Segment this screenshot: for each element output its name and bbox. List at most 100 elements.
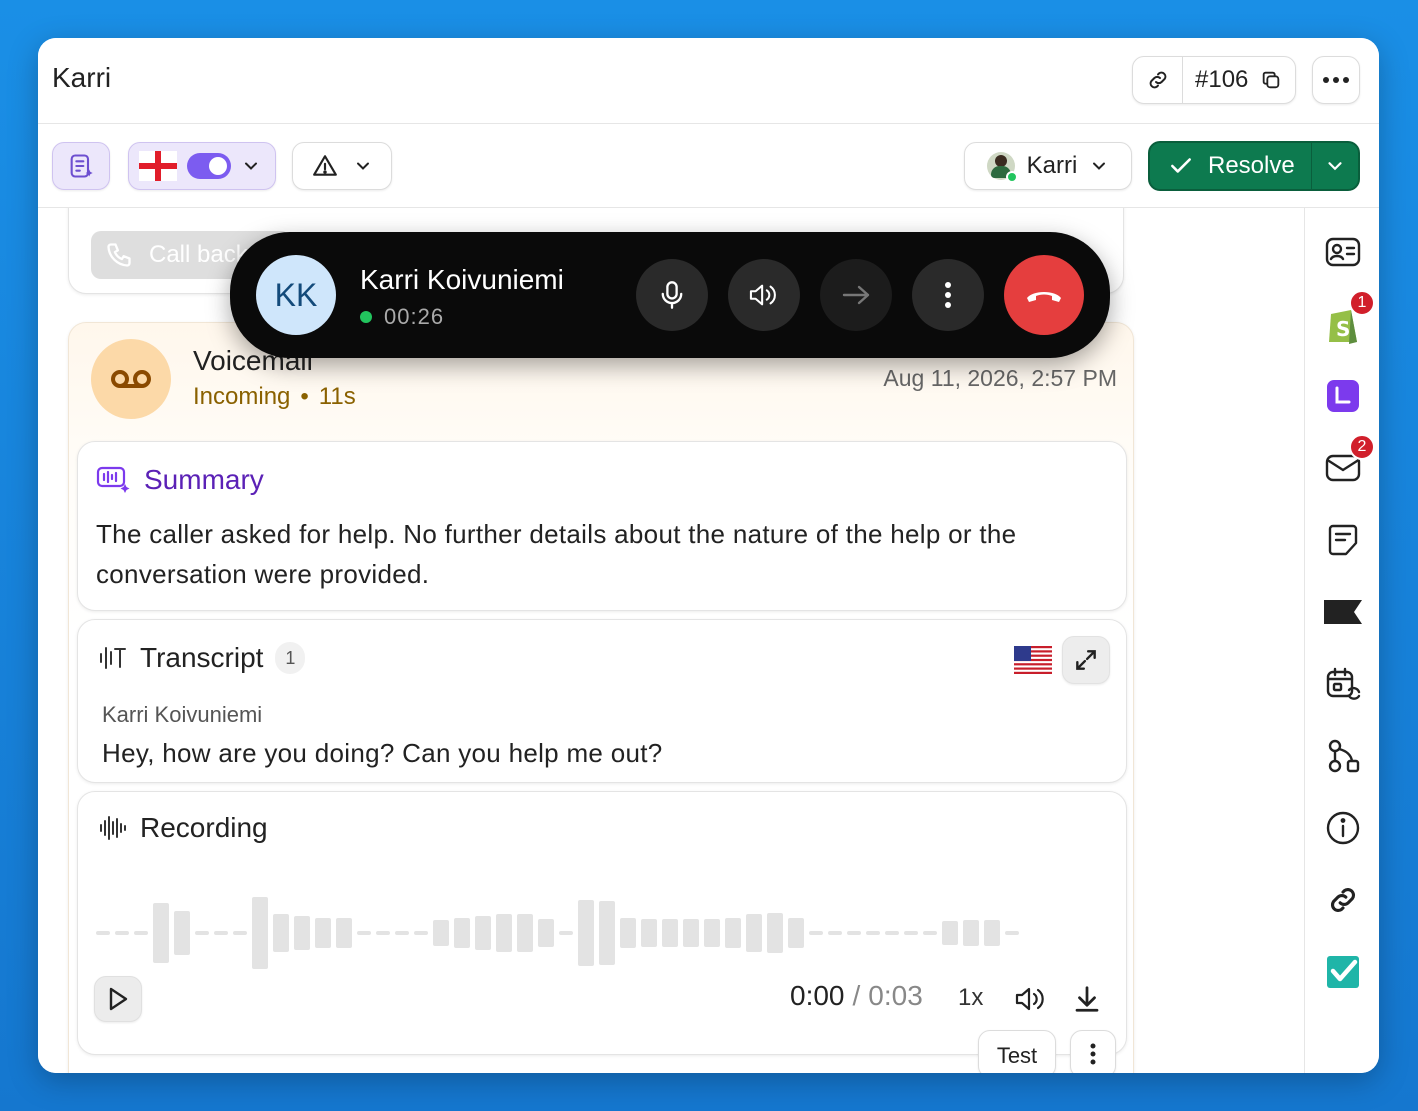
waveform-bar [433,920,449,946]
total-time: 0:03 [868,980,923,1011]
waveform-bar [885,931,899,935]
waveform-bar [134,931,148,935]
waveform-bar [517,914,533,952]
transcript-card: Transcript 1 Karri Koivuniemi Hey, how a… [77,619,1127,783]
transcript-icon [100,647,126,669]
call-more-button[interactable] [912,259,984,331]
test-button[interactable]: Test [978,1030,1056,1073]
waveform-bar [475,916,491,950]
play-button[interactable] [94,976,142,1022]
assignee-dropdown[interactable]: Karri [964,142,1132,190]
email-button[interactable]: 2 [1323,434,1375,488]
playback-time: 0:00 / 0:03 [790,980,923,1012]
contact-card-icon [1325,237,1361,267]
waveform-bar [538,919,554,947]
toolbar: Karri Resolve [38,124,1379,208]
summary-card: Summary The caller asked for help. No fu… [77,441,1127,611]
contact-card-button[interactable] [1323,232,1363,272]
transcript-header: Transcript 1 [98,642,306,674]
toggle-switch[interactable] [187,153,231,179]
transcript-line: Hey, how are you doing? Can you help me … [102,738,663,768]
play-icon [109,987,128,1011]
transcript-title: Transcript [140,642,264,673]
transcript-count-badge: 1 [275,642,306,674]
title-bar: Karri #106 [38,38,1379,124]
avatar [986,152,1018,183]
chevron-down-icon [357,162,369,170]
calendar-sync-button[interactable] [1323,664,1363,704]
volume-icon[interactable] [1014,984,1048,1014]
call-active-dot [360,311,372,323]
end-call-button[interactable] [1004,255,1084,335]
ticket-id-group: #106 [1132,56,1296,104]
recording-card: Recording 0:00 / 0:03 1x [77,791,1127,1055]
transfer-button[interactable] [820,259,892,331]
waveform[interactable] [96,888,1112,978]
call-status: 00:26 [360,304,444,330]
voicemail-timestamp: Aug 11, 2026, 2:57 PM [883,365,1117,391]
waveform-bar [153,903,169,963]
more-options-button[interactable] [1312,56,1360,104]
copy-link-button[interactable] [1133,57,1183,103]
waveform-bar [578,900,594,966]
waveform-bar [214,931,228,935]
expand-icon [1076,650,1096,670]
copy-ticket-number-button[interactable]: #106 [1183,66,1282,94]
linear-app-button[interactable] [1323,376,1363,416]
footer-more-button[interactable] [1070,1030,1116,1073]
checkbox-app-icon [1327,956,1359,988]
waveform-bar [294,916,310,950]
waveform-bar [376,931,390,935]
time-divider: / [852,980,861,1011]
hang-up-icon [1027,292,1061,302]
warning-icon [313,155,337,176]
waveform-bar [252,897,268,969]
speaker-button[interactable] [728,259,800,331]
vertical-ellipsis-icon [1090,1043,1096,1065]
waveform-bar [96,931,110,935]
resolve-button[interactable]: Resolve [1150,143,1312,189]
voicemail-meta: Incoming • 11s [193,383,356,411]
waveform-bar [923,931,937,935]
waveform-bar [174,911,190,955]
info-button[interactable] [1323,808,1363,848]
resolve-split-button: Resolve [1148,141,1360,191]
tasks-app-button[interactable] [1323,952,1363,992]
call-duration: 00:26 [384,304,445,329]
workflow-icon [1328,739,1360,773]
link-icon [1330,887,1356,913]
chevron-down-icon [1328,162,1342,171]
notes-button[interactable] [52,142,110,190]
waveform-bar [414,931,428,935]
vertical-ellipsis-icon [945,282,951,308]
note-sparkle-icon [70,154,93,178]
ticket-number: #106 [1195,66,1249,93]
mute-button[interactable] [636,259,708,331]
waveform-bar [847,931,861,935]
voicemail-length: 11s [318,383,356,410]
notes-panel-button[interactable] [1323,520,1363,560]
playback-speed-button[interactable]: 1x [958,984,983,1012]
checkmark-icon [1171,158,1191,173]
shopify-badge: 1 [1349,290,1375,316]
app-window: Karri #106 Karri Resolve Call back Voice… [38,38,1379,1073]
waveform-bar [866,931,880,935]
caller-avatar: KK [256,255,336,335]
audio-wave-icon [100,816,126,840]
expand-transcript-button[interactable] [1062,636,1110,684]
language-toggle-dropdown[interactable] [128,142,276,190]
workflow-button[interactable] [1323,736,1363,776]
flag-panel-button[interactable] [1323,592,1363,632]
priority-dropdown[interactable] [292,142,392,190]
waveform-bar [828,931,842,935]
waveform-bar [559,931,573,935]
resolve-options-button[interactable] [1312,143,1358,189]
links-button[interactable] [1323,880,1363,920]
download-icon[interactable] [1072,984,1102,1014]
shopify-button[interactable]: S 1 [1323,290,1375,344]
phone-icon [107,243,131,267]
voicemail-direction: Incoming [193,383,291,410]
waveform-bar [746,914,762,952]
page-title: Karri [52,62,112,93]
flag-us-icon [1014,646,1052,674]
